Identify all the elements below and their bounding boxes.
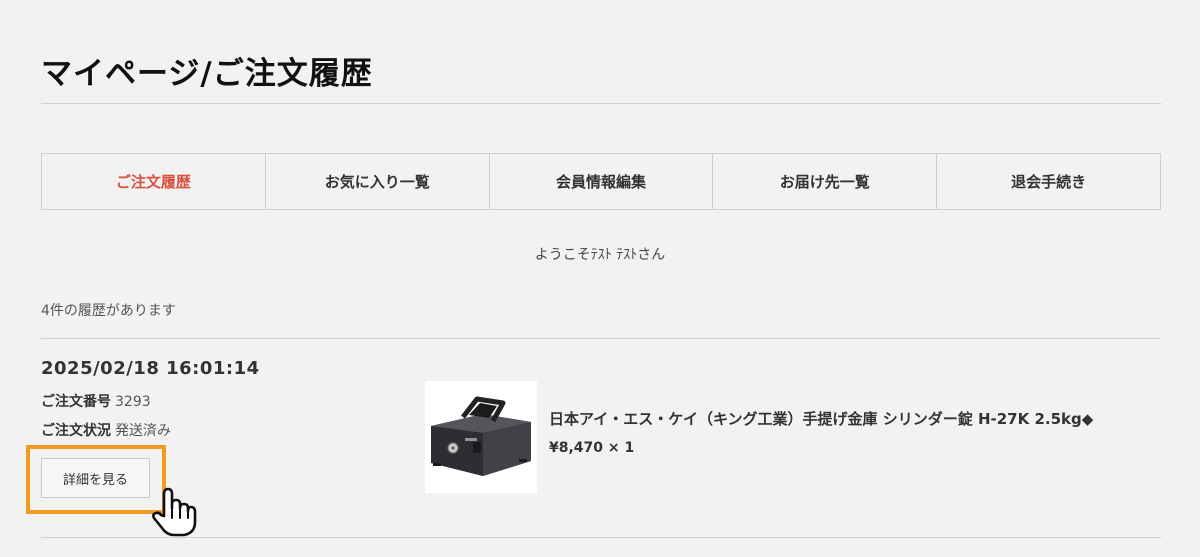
page-title: マイページ/ご注文履歴 xyxy=(41,56,373,92)
pointer-hand-icon xyxy=(152,487,197,537)
divider xyxy=(41,537,1161,538)
mypage-tabs: ご注文履歴 お気に入り一覧 会員情報編集 お届け先一覧 退会手続き xyxy=(41,153,1161,210)
order-status: ご注文状況 発送済み xyxy=(41,420,171,440)
welcome-message: ようこそﾃｽﾄ ﾃｽﾄさん xyxy=(534,247,666,263)
tab-member-info[interactable]: 会員情報編集 xyxy=(490,154,714,209)
divider xyxy=(41,338,1161,339)
product-price: ¥8,470 × 1 xyxy=(549,440,635,456)
product-name[interactable]: 日本アイ・エス・ケイ（キング工業）手提げ金庫 シリンダー錠 H-27K 2.5k… xyxy=(549,408,1093,429)
order-number-value: 3293 xyxy=(115,394,151,410)
order-status-label: ご注文状況 xyxy=(41,423,111,439)
history-count: 4件の履歴があります xyxy=(41,303,176,319)
title-divider xyxy=(41,103,1161,104)
tab-delivery-addresses[interactable]: お届け先一覧 xyxy=(713,154,938,209)
tab-order-history[interactable]: ご注文履歴 xyxy=(42,154,266,209)
order-number: ご注文番号 3293 xyxy=(41,391,151,411)
order-number-label: ご注文番号 xyxy=(41,394,111,410)
cash-box-image xyxy=(425,381,537,493)
tab-withdrawal[interactable]: 退会手続き xyxy=(937,154,1160,209)
view-details-button[interactable]: 詳細を見る xyxy=(41,458,150,498)
order-datetime: 2025/02/18 16:01:14 xyxy=(41,358,260,379)
order-status-value: 発送済み xyxy=(115,423,171,439)
tab-favorites[interactable]: お気に入り一覧 xyxy=(266,154,490,209)
